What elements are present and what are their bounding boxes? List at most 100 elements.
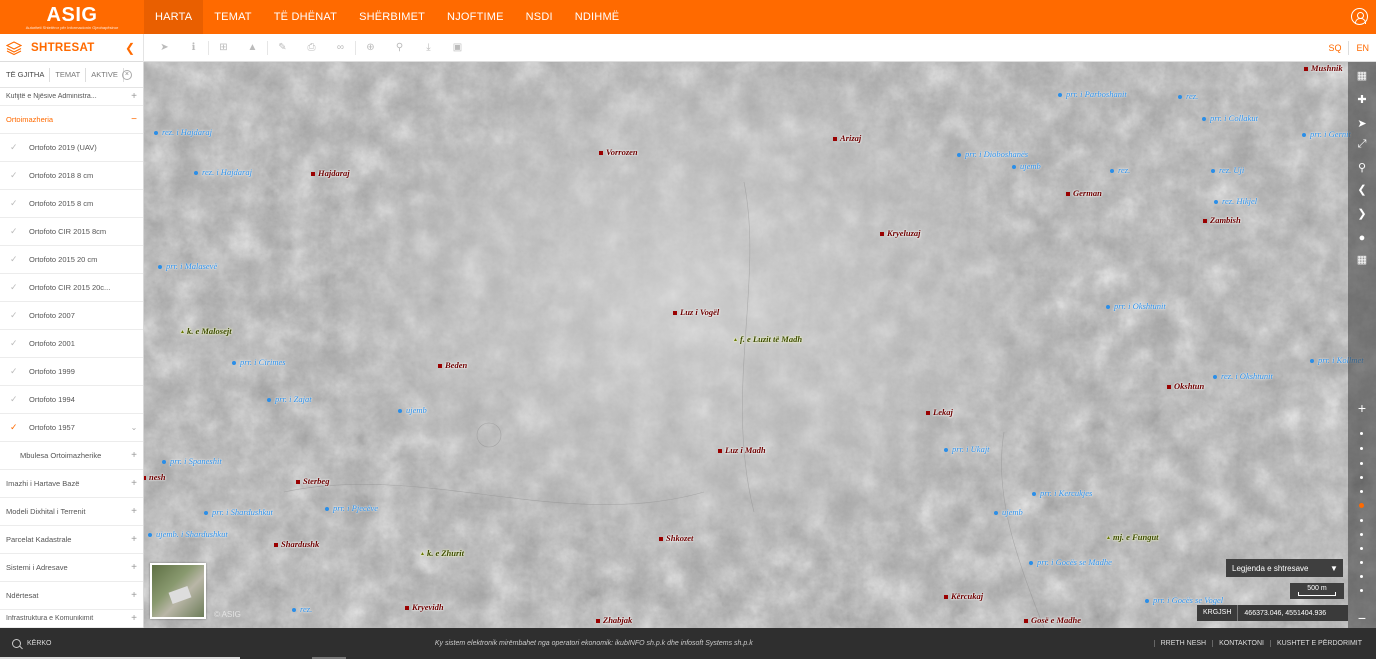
stream-label[interactable]: ujemb xyxy=(398,405,427,415)
edit-icon[interactable]: ✎ xyxy=(268,34,297,62)
expand-plus-icon[interactable]: + xyxy=(125,534,143,545)
zoom-level-dot[interactable] xyxy=(1360,533,1363,536)
stream-label[interactable]: prr. i Spaneshit xyxy=(162,456,222,466)
stream-label[interactable]: prr. i Malasevë xyxy=(158,261,217,271)
select-pointer-icon[interactable]: ➤ xyxy=(150,34,179,62)
expand-plus-icon[interactable]: + xyxy=(125,450,143,461)
zoom-level-dot[interactable] xyxy=(1360,476,1363,479)
zoom-level-dot[interactable] xyxy=(1360,462,1363,465)
zoom-level-dot[interactable] xyxy=(1360,490,1363,493)
check-icon[interactable]: ✓ xyxy=(10,338,29,349)
category-item[interactable]: Ndërtesat + xyxy=(0,582,143,610)
asig-logo[interactable]: ASIG Autoriteti Shtetëror për Informacio… xyxy=(0,0,144,34)
village-label[interactable]: Kryevidh xyxy=(405,602,444,612)
category-item[interactable]: Imazhi i Hartave Bazë + xyxy=(0,470,143,498)
village-label[interactable]: Beden xyxy=(438,360,467,370)
zoom-in-icon[interactable]: + xyxy=(1348,398,1376,418)
category-item[interactable]: Modeli Dixhital i Terrenit + xyxy=(0,498,143,526)
chevron-down-icon[interactable]: ⌄ xyxy=(125,423,143,432)
user-icon[interactable] xyxy=(1351,8,1368,25)
zoom-level-dot[interactable] xyxy=(1360,561,1363,564)
village-label[interactable]: German xyxy=(1066,188,1102,198)
zoom-level-dot[interactable] xyxy=(1360,589,1363,592)
village-label[interactable]: Gosë e Madhe xyxy=(1024,615,1081,625)
grid-icon[interactable]: ▦ xyxy=(1348,250,1376,270)
village-label[interactable]: Zhabjak xyxy=(596,615,632,625)
peak-label[interactable]: f. e Luzit të Madh xyxy=(733,334,802,344)
info-icon[interactable]: ℹ xyxy=(179,34,208,62)
close-circle-icon[interactable]: × xyxy=(121,69,132,80)
stream-label[interactable]: rez. Hikjel xyxy=(1214,196,1257,206)
village-label[interactable]: Vorrozen xyxy=(599,147,638,157)
check-icon[interactable]: ✓ xyxy=(10,282,29,293)
check-icon[interactable]: ✓ xyxy=(10,170,29,181)
expand-plus-icon[interactable]: + xyxy=(125,590,143,601)
layer-item[interactable]: ✓ Ortofoto 2018 8 cm xyxy=(0,162,143,190)
category-ortoimazheria[interactable]: Ortoimazheria − xyxy=(0,106,143,134)
stream-label[interactable]: rez. i Hajdaraj xyxy=(154,127,212,137)
village-label[interactable]: Sterbeg xyxy=(296,476,329,486)
stream-label[interactable]: prr. i Gocës se Vogel xyxy=(1145,595,1223,605)
village-label[interactable]: Kryeluzaj xyxy=(880,228,921,238)
expand-plus-icon[interactable]: + xyxy=(125,506,143,517)
peak-label[interactable]: mj. e Fungut xyxy=(1106,532,1159,542)
next-view-icon[interactable]: ❯ xyxy=(1348,204,1376,224)
village-label[interactable]: Kërcukaj xyxy=(944,591,983,601)
stream-label[interactable]: prr. i Okshtunit xyxy=(1106,301,1166,311)
tab-te-gjitha[interactable]: TË GJITHA xyxy=(4,67,51,82)
stream-label[interactable]: ujemb. i Shardushkut xyxy=(148,529,228,539)
village-label[interactable]: Zambish xyxy=(1203,215,1241,225)
basemap-thumbnail[interactable] xyxy=(150,563,206,619)
fullscreen-icon[interactable]: ✚ xyxy=(1348,90,1376,110)
check-icon[interactable]: ✓ xyxy=(10,366,29,377)
stream-label[interactable]: rez. i Hajdaraj xyxy=(194,167,252,177)
village-label[interactable]: Hajdaraj xyxy=(311,168,350,178)
layer-item[interactable]: ✓ Ortofoto 2019 (UAV) xyxy=(0,134,143,162)
stream-label[interactable]: prr. i Shardushkut xyxy=(204,507,273,517)
layer-item[interactable]: ✓ Ortofoto 2015 20 cm xyxy=(0,246,143,274)
zoom-level-dot[interactable] xyxy=(1360,432,1363,435)
chevron-down-icon[interactable]: ▼ xyxy=(1325,564,1343,573)
stream-label[interactable]: ujemb xyxy=(994,507,1023,517)
layer-item[interactable]: ✓ Ortofoto 2015 8 cm xyxy=(0,190,143,218)
check-icon[interactable]: ✓ xyxy=(10,254,29,265)
stream-label[interactable]: prr. i Dioboshanës xyxy=(957,149,1028,159)
link-icon[interactable]: ∞ xyxy=(326,34,355,62)
expand-plus-icon[interactable]: + xyxy=(125,562,143,573)
stream-label[interactable]: prr. i Kercukjes xyxy=(1032,488,1092,498)
check-icon[interactable]: ✓ xyxy=(10,226,29,237)
nav-sherbimet[interactable]: SHËRBIMET xyxy=(348,0,436,34)
stream-label[interactable]: prr. i Zajat xyxy=(267,394,312,404)
village-label[interactable]: Lekaj xyxy=(926,407,953,417)
profile-chart-icon[interactable]: ▲ xyxy=(238,34,267,62)
check-icon[interactable]: ✓ xyxy=(10,310,29,321)
stream-label[interactable]: prr. i Cirimes xyxy=(232,357,286,367)
tab-temat[interactable]: TEMAT xyxy=(50,67,87,82)
expand-plus-icon[interactable]: + xyxy=(125,613,143,624)
category-kufijte[interactable]: Kufijtë e Njësive Administra... + xyxy=(0,88,143,106)
expand-icon[interactable]: ⤢ xyxy=(1348,134,1376,154)
legend-dropdown[interactable]: Legjenda e shtresave ▼ xyxy=(1226,559,1343,577)
layer-item[interactable]: ✓ Ortofoto 2007 xyxy=(0,302,143,330)
image-icon[interactable]: ▣ xyxy=(443,34,472,62)
check-icon[interactable]: ✓ xyxy=(10,422,29,433)
zoom-out-icon[interactable]: − xyxy=(1348,608,1376,628)
village-label[interactable]: Mushnik xyxy=(1304,63,1343,73)
peak-label[interactable]: k. e Malosejt xyxy=(180,326,232,336)
zoom-level-dot[interactable] xyxy=(1360,547,1363,550)
zoom-search-icon[interactable]: ⚲ xyxy=(1348,158,1376,178)
stream-label[interactable]: rez. xyxy=(1110,165,1130,175)
zoom-level-dot[interactable] xyxy=(1360,519,1363,522)
zoom-level-current[interactable] xyxy=(1359,503,1364,508)
expand-plus-icon[interactable]: + xyxy=(125,478,143,489)
category-item[interactable]: Infrastruktura e Komunikimit + xyxy=(0,610,143,628)
map-canvas[interactable]: Vorrozen Arizaj Hajdaraj German Zambish … xyxy=(144,62,1376,628)
expand-plus-icon[interactable]: + xyxy=(125,91,143,102)
layer-item[interactable]: ✓ Ortofoto 1999 xyxy=(0,358,143,386)
search-toggle[interactable]: KËRKO xyxy=(0,639,144,648)
search-icon[interactable] xyxy=(12,639,21,648)
add-layer-icon[interactable]: ⊞ xyxy=(209,34,238,62)
tab-aktive[interactable]: AKTIVE xyxy=(86,67,124,82)
collapse-panel-button[interactable]: ❮ xyxy=(123,41,137,55)
plus-circle-icon[interactable]: ⊕ xyxy=(356,34,385,62)
